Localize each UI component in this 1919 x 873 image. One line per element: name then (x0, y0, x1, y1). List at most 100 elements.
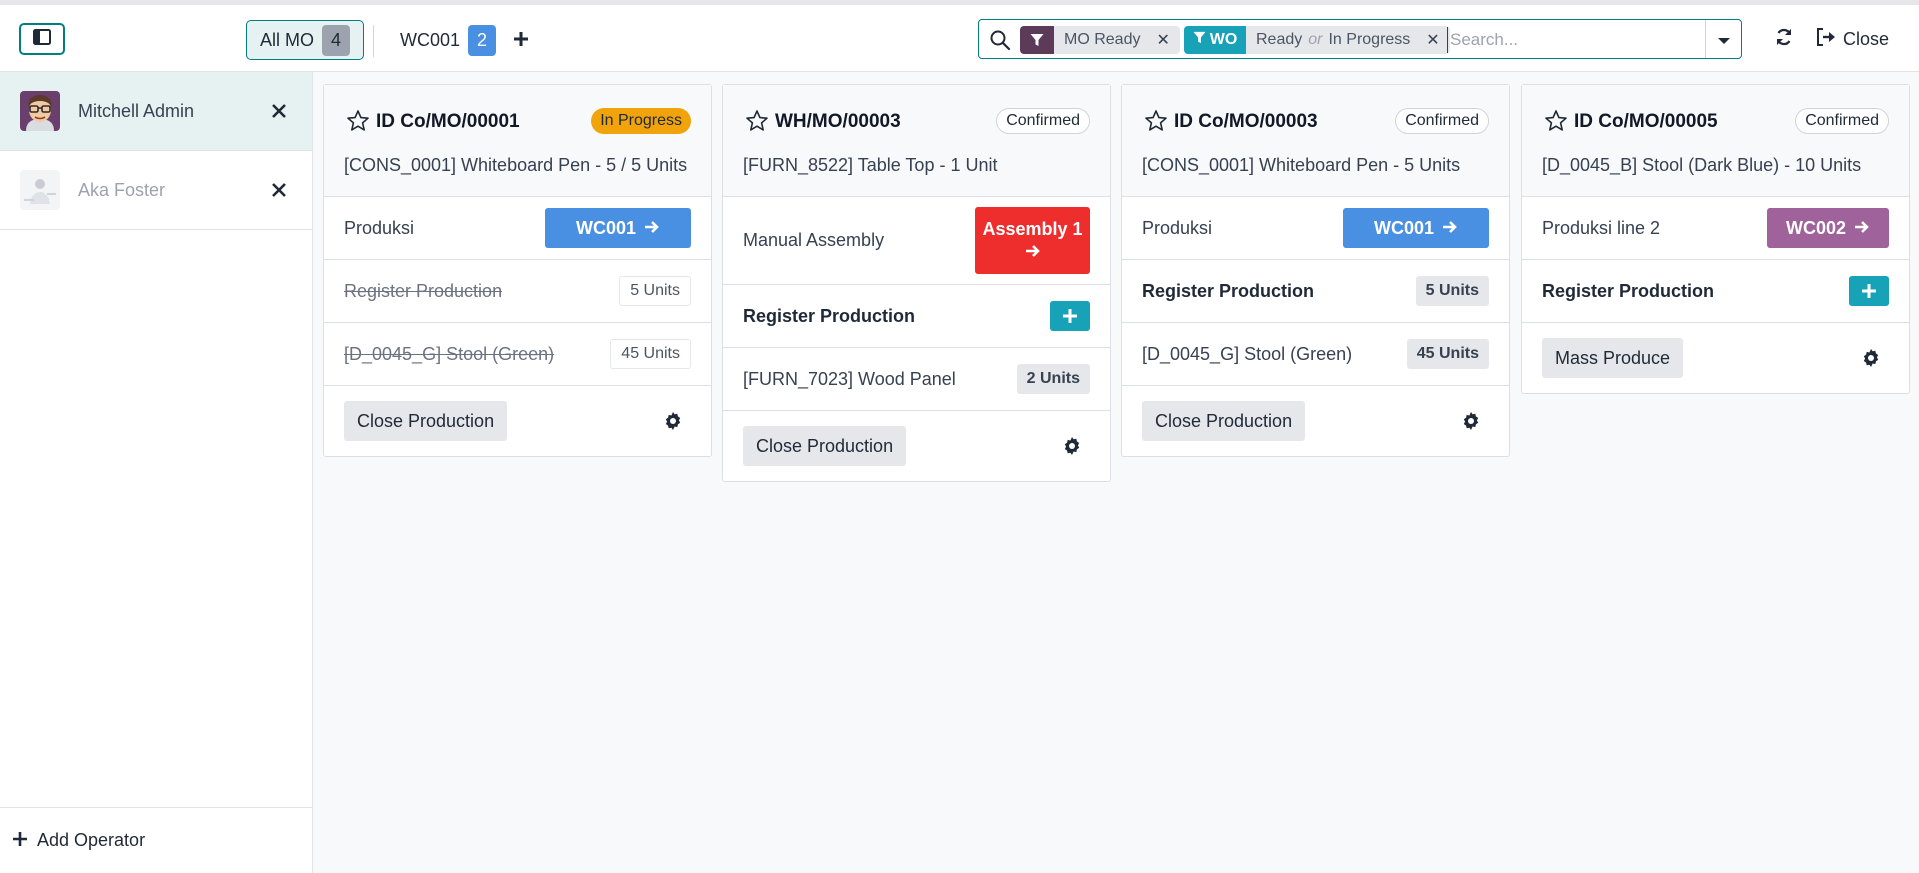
workorder-row[interactable]: Produksi WC001 (1122, 197, 1509, 260)
workcenter-name: Produksi (1142, 217, 1213, 238)
search-facet-mo: MO Ready ✕ (1020, 26, 1180, 54)
workorder-row[interactable]: Produksi line 2 WC002 (1522, 197, 1909, 260)
sign-out-icon (1816, 27, 1836, 51)
star-icon[interactable] (1544, 109, 1568, 138)
search-options-toggle[interactable] (1705, 20, 1741, 58)
workcenter-button[interactable]: WC002 (1767, 208, 1889, 248)
tab-count-badge: 2 (468, 24, 497, 56)
sidebar-toggle-button[interactable] (19, 23, 65, 55)
quantity-badge: 45 Units (610, 339, 691, 369)
facet-value: Ready (1256, 31, 1303, 48)
mo-card[interactable]: ID Co/MO/00001 In Progress [CONS_0001] W… (323, 84, 712, 457)
search-facet-wo: WO Ready or In Progress ✕ (1184, 26, 1450, 54)
gear-icon[interactable] (1062, 436, 1082, 456)
workcenter-button-label: WC001 (1373, 217, 1435, 238)
gear-icon[interactable] (1461, 411, 1481, 431)
register-production-row[interactable]: Register Production (723, 285, 1110, 348)
close-production-button[interactable]: Close Production (1142, 401, 1306, 441)
star-icon[interactable] (745, 109, 769, 138)
close-production-button[interactable]: Close Production (743, 426, 907, 466)
mo-card[interactable]: ID Co/MO/00005 Confirmed [D_0045_B] Stoo… (1521, 84, 1910, 394)
card-header: WH/MO/00003 Confirmed [FURN_8522] Table … (723, 85, 1110, 197)
search-input[interactable] (1447, 27, 1677, 53)
status-badge: Confirmed (1395, 108, 1489, 134)
register-production-label: Register Production (344, 280, 503, 301)
star-icon[interactable] (346, 109, 370, 138)
close-button[interactable]: Close (1816, 25, 1889, 53)
status-badge: Confirmed (996, 108, 1090, 134)
status-badge: In Progress (591, 108, 691, 134)
gear-icon[interactable] (1861, 348, 1881, 368)
mo-title[interactable]: WH/MO/00003 (775, 111, 901, 133)
star-icon[interactable] (1144, 109, 1168, 138)
register-production-add-button[interactable] (1050, 301, 1090, 331)
register-production-add-button[interactable] (1849, 276, 1889, 306)
add-operator-button[interactable]: Add Operator (0, 807, 312, 873)
remove-operator-button[interactable] (266, 177, 292, 203)
mo-title[interactable]: ID Co/MO/00005 (1574, 111, 1718, 133)
workorder-row[interactable]: Manual Assembly Assembly 1 (723, 197, 1110, 285)
operator-item[interactable]: Aka Foster (0, 151, 312, 230)
workcenter-button-label: WC001 (575, 217, 637, 238)
card-footer: Close Production (324, 386, 711, 456)
facet-remove-icon[interactable]: ✕ (1426, 30, 1439, 50)
mo-title[interactable]: ID Co/MO/00003 (1174, 111, 1318, 133)
component-label: [FURN_7023] Wood Panel (743, 368, 956, 389)
operator-name: Mitchell Admin (78, 100, 195, 121)
arrow-right-icon (1442, 218, 1458, 239)
register-production-row[interactable]: Register Production 5 Units (1122, 260, 1509, 323)
quantity-badge: 5 Units (619, 276, 691, 306)
workcenter-button[interactable]: WC001 (1343, 208, 1489, 248)
facet-label: WO (1184, 26, 1246, 54)
facet-label-text: WO (1209, 31, 1238, 48)
register-production-row[interactable]: Register Production 5 Units (324, 260, 711, 323)
operator-panel: Mitchell Admin Aka Foster Add Operator (0, 72, 313, 873)
workcenter-name: Produksi (344, 217, 415, 238)
facet-remove-icon[interactable]: ✕ (1156, 30, 1169, 50)
register-production-label: Register Production (1542, 280, 1715, 301)
operator-item[interactable]: Mitchell Admin (0, 72, 312, 151)
sidebar-toggle-icon (33, 28, 51, 50)
register-production-row[interactable]: Register Production (1522, 260, 1909, 323)
facet-values: Ready or In Progress ✕ (1246, 26, 1450, 54)
add-operator-label: Add Operator (37, 830, 146, 850)
card-header: ID Co/MO/00001 In Progress [CONS_0001] W… (324, 85, 711, 197)
facet-values: MO Ready ✕ (1054, 26, 1180, 54)
card-header: ID Co/MO/00005 Confirmed [D_0045_B] Stoo… (1522, 85, 1909, 197)
mo-title[interactable]: ID Co/MO/00001 (376, 111, 520, 133)
workcenter-button[interactable]: WC001 (545, 208, 691, 248)
mo-card[interactable]: ID Co/MO/00003 Confirmed [CONS_0001] Whi… (1121, 84, 1510, 457)
control-panel: All MO 4 WC001 2 MO Ready ✕ WO Ready or … (0, 5, 1919, 72)
plus-icon (13, 830, 27, 851)
mass-produce-button[interactable]: Mass Produce (1542, 338, 1684, 378)
remove-operator-button[interactable] (266, 98, 292, 124)
component-row[interactable]: [D_0045_G] Stool (Green) 45 Units (1122, 323, 1509, 386)
tab-all-mo[interactable]: All MO 4 (246, 20, 364, 60)
card-footer: Mass Produce (1522, 323, 1909, 393)
filter-icon (1193, 31, 1206, 49)
avatar (20, 91, 60, 131)
tab-label: WC001 (400, 29, 461, 50)
plus-icon (513, 31, 529, 52)
workcenter-button[interactable]: Assembly 1 (975, 207, 1090, 274)
refresh-icon (1775, 28, 1793, 51)
mo-product: [D_0045_B] Stool (Dark Blue) - 10 Units (1542, 155, 1862, 175)
component-label: [D_0045_G] Stool (Green) (344, 343, 555, 364)
mo-product: [CONS_0001] Whiteboard Pen - 5 Units (1142, 155, 1461, 175)
close-production-button[interactable]: Close Production (344, 401, 508, 441)
add-workcenter-button[interactable] (507, 27, 535, 55)
gear-icon[interactable] (663, 411, 683, 431)
workcenter-button-label: WC002 (1785, 217, 1847, 238)
workorder-row[interactable]: Produksi WC001 (324, 197, 711, 260)
mo-card[interactable]: WH/MO/00003 Confirmed [FURN_8522] Table … (722, 84, 1111, 482)
register-production-label: Register Production (743, 305, 916, 326)
component-row[interactable]: [FURN_7023] Wood Panel 2 Units (723, 348, 1110, 411)
register-production-label: Register Production (1142, 280, 1315, 301)
component-row[interactable]: [D_0045_G] Stool (Green) 45 Units (324, 323, 711, 386)
operator-name: Aka Foster (78, 179, 166, 200)
tab-wc001[interactable]: WC001 2 (388, 20, 508, 60)
tab-label: All MO (260, 29, 314, 50)
mo-product: [CONS_0001] Whiteboard Pen - 5 / 5 Units (344, 155, 688, 175)
tab-divider (373, 25, 374, 57)
refresh-button[interactable] (1772, 27, 1796, 51)
